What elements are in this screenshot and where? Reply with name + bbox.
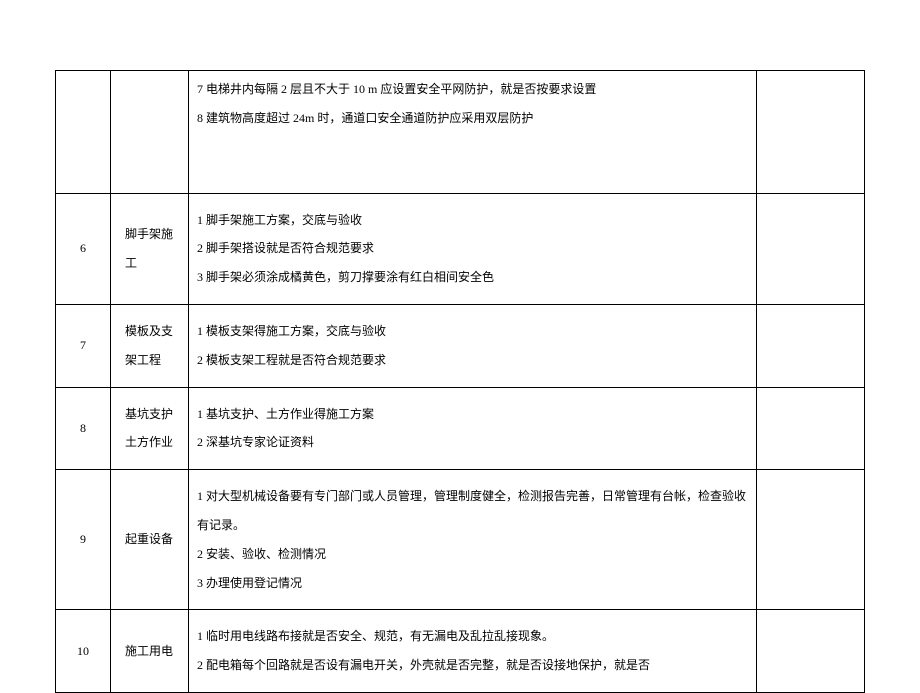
content-item: 2 脚手架搭设就是否符合规范要求 xyxy=(197,234,746,263)
row-remark xyxy=(757,387,865,470)
content-item: 1 基坑支护、土方作业得施工方案 xyxy=(197,400,746,429)
content-item: 2 深基坑专家论证资料 xyxy=(197,428,746,457)
row-content: 1 基坑支护、土方作业得施工方案 2 深基坑专家论证资料 xyxy=(189,387,757,470)
row-content: 1 对大型机械设备要有专门部门或人员管理，管理制度健全，检测报告完善，日常管理有… xyxy=(189,470,757,610)
row-content: 1 模板支架得施工方案，交底与验收 2 模板支架工程就是否符合规范要求 xyxy=(189,304,757,387)
row-number: 8 xyxy=(56,387,111,470)
content-item: 3 办理使用登记情况 xyxy=(197,569,746,598)
table-row: 9 起重设备 1 对大型机械设备要有专门部门或人员管理，管理制度健全，检测报告完… xyxy=(56,470,865,610)
inspection-table: 7 电梯井内每隔 2 层且不大于 10 m 应设置安全平网防护，就是否按要求设置… xyxy=(55,70,865,693)
table-row: 6 脚手架施工 1 脚手架施工方案，交底与验收 2 脚手架搭设就是否符合规范要求… xyxy=(56,193,865,304)
row-number: 6 xyxy=(56,193,111,304)
content-item: 2 安装、验收、检测情况 xyxy=(197,540,746,569)
content-item: 3 脚手架必须涂成橘黄色，剪刀撑要涂有红白相间安全色 xyxy=(197,263,746,292)
row-number: 10 xyxy=(56,610,111,693)
table-row: 10 施工用电 1 临时用电线路布接就是否安全、规范，有无漏电及乱拉乱接现象。 … xyxy=(56,610,865,693)
content-item: 1 临时用电线路布接就是否安全、规范，有无漏电及乱拉乱接现象。 xyxy=(197,622,746,651)
row-category: 模板及支架工程 xyxy=(111,304,189,387)
row-category: 脚手架施工 xyxy=(111,193,189,304)
content-item: 2 模板支架工程就是否符合规范要求 xyxy=(197,346,746,375)
row-remark xyxy=(757,470,865,610)
table-row: 7 模板及支架工程 1 模板支架得施工方案，交底与验收 2 模板支架工程就是否符… xyxy=(56,304,865,387)
row-category: 起重设备 xyxy=(111,470,189,610)
content-item: 1 脚手架施工方案，交底与验收 xyxy=(197,206,746,235)
row-number: 9 xyxy=(56,470,111,610)
row-number xyxy=(56,71,111,194)
row-remark xyxy=(757,193,865,304)
content-item: 7 电梯井内每隔 2 层且不大于 10 m 应设置安全平网防护，就是否按要求设置 xyxy=(197,75,746,104)
content-item: 1 模板支架得施工方案，交底与验收 xyxy=(197,317,746,346)
row-content: 1 临时用电线路布接就是否安全、规范，有无漏电及乱拉乱接现象。 2 配电箱每个回… xyxy=(189,610,757,693)
row-category xyxy=(111,71,189,194)
row-number: 7 xyxy=(56,304,111,387)
row-remark xyxy=(757,610,865,693)
row-content: 1 脚手架施工方案，交底与验收 2 脚手架搭设就是否符合规范要求 3 脚手架必须… xyxy=(189,193,757,304)
table-row: 8 基坑支护土方作业 1 基坑支护、土方作业得施工方案 2 深基坑专家论证资料 xyxy=(56,387,865,470)
table-row: 7 电梯井内每隔 2 层且不大于 10 m 应设置安全平网防护，就是否按要求设置… xyxy=(56,71,865,194)
row-category: 施工用电 xyxy=(111,610,189,693)
row-remark xyxy=(757,304,865,387)
row-category: 基坑支护土方作业 xyxy=(111,387,189,470)
content-item: 8 建筑物高度超过 24m 时，通道口安全通道防护应采用双层防护 xyxy=(197,104,746,133)
content-item: 1 对大型机械设备要有专门部门或人员管理，管理制度健全，检测报告完善，日常管理有… xyxy=(197,482,746,540)
row-remark xyxy=(757,71,865,194)
content-item: 2 配电箱每个回路就是否设有漏电开关，外壳就是否完整，就是否设接地保护，就是否 xyxy=(197,651,746,680)
row-content: 7 电梯井内每隔 2 层且不大于 10 m 应设置安全平网防护，就是否按要求设置… xyxy=(189,71,757,194)
